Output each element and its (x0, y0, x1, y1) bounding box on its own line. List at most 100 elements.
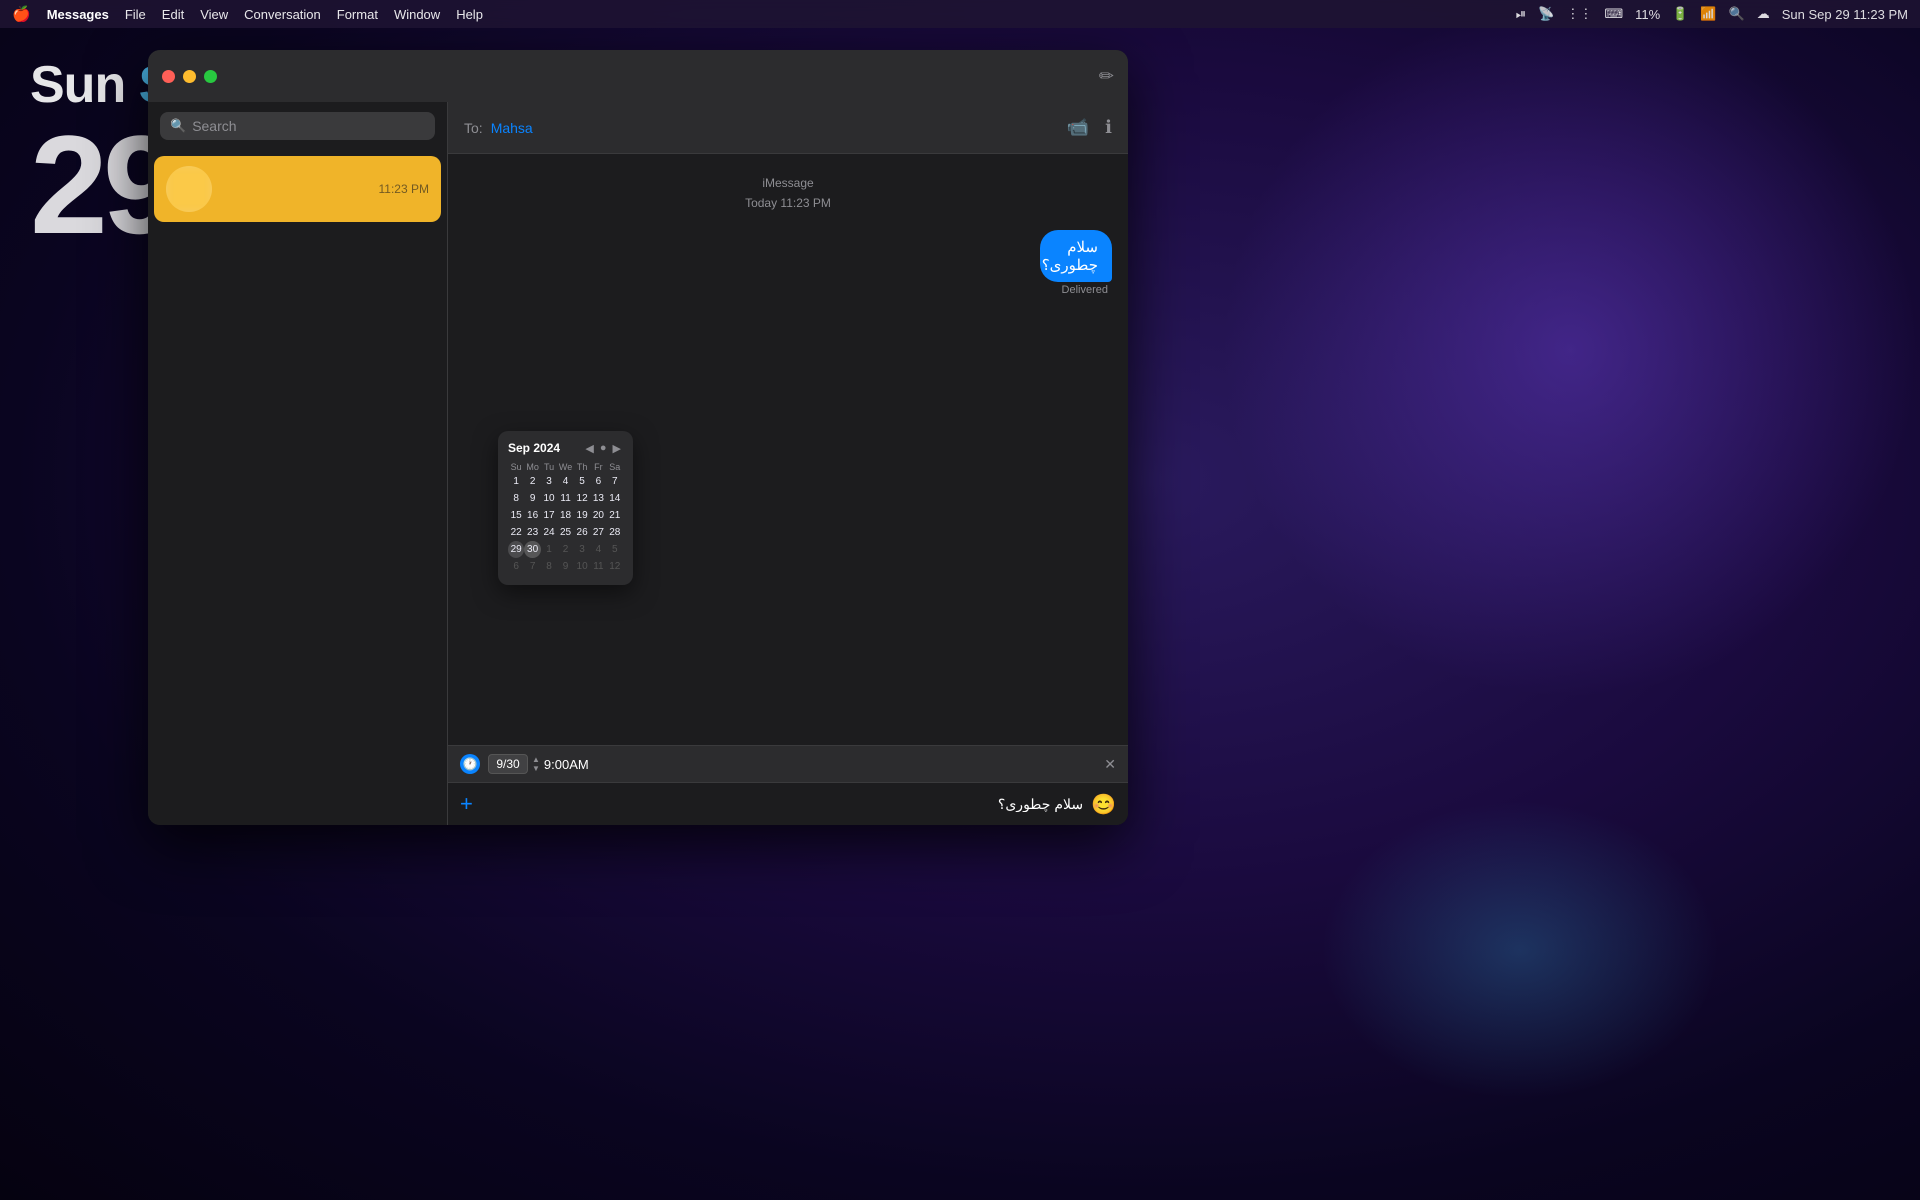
calendar-day[interactable]: 12 (574, 490, 590, 507)
search-icon: 🔍 (170, 118, 186, 134)
control-center-icon[interactable]: ⋮⋮ (1566, 6, 1592, 22)
datetime-label[interactable]: Sun Sep 29 11:23 PM (1782, 7, 1908, 22)
play-icon[interactable]: ⏯ (1516, 6, 1526, 22)
menubar-edit[interactable]: Edit (162, 7, 184, 22)
calendar-day[interactable]: 1 (508, 473, 524, 490)
calendar-day[interactable]: 10 (541, 490, 557, 507)
chat-messages: iMessage Today 11:23 PM سلام چطوری؟ Deli… (448, 154, 1128, 745)
cal-weekday-mo: Mo (524, 461, 541, 473)
schedule-date-input[interactable] (488, 754, 528, 774)
calendar-day[interactable]: 7 (524, 558, 541, 575)
search-menu-icon[interactable]: 🔍 (1729, 6, 1745, 22)
menubar-app-name[interactable]: Messages (47, 7, 109, 22)
calendar-day[interactable]: 6 (508, 558, 524, 575)
conversation-item[interactable]: 11:23 PM (154, 156, 441, 222)
avatar-image (166, 166, 212, 212)
icloud-icon[interactable]: ☁ (1757, 6, 1770, 22)
maximize-button[interactable] (204, 70, 217, 83)
calendar-day[interactable]: 9 (524, 490, 541, 507)
calendar-day[interactable]: 7 (607, 473, 623, 490)
calendar-day[interactable]: 5 (574, 473, 590, 490)
contact-name[interactable]: Mahsa (491, 120, 533, 136)
calendar-day[interactable]: 17 (541, 507, 557, 524)
wifi-icon[interactable]: 📡 (1538, 6, 1554, 22)
message-status: Delivered (1062, 284, 1108, 296)
scheduled-send-bar: 🕐 ▲ ▼ 9:00AM ✕ (448, 745, 1128, 782)
calendar-day[interactable]: 13 (590, 490, 606, 507)
bg-decoration-2 (1320, 800, 1720, 1100)
calendar-day[interactable]: 4 (557, 473, 574, 490)
calendar-day[interactable]: 26 (574, 524, 590, 541)
calendar-day[interactable]: 9 (557, 558, 574, 575)
calendar-day[interactable]: 27 (590, 524, 606, 541)
calendar-today-button[interactable]: ● (598, 442, 609, 455)
calendar-day[interactable]: 14 (607, 490, 623, 507)
apple-menu[interactable]: 🍎 (12, 5, 31, 23)
calendar-day[interactable]: 2 (557, 541, 574, 558)
add-attachment-button[interactable]: + (460, 791, 473, 817)
keyboard-icon[interactable]: ⌨ (1604, 6, 1623, 22)
compose-button[interactable]: ✏ (1099, 66, 1114, 87)
video-call-icon[interactable]: 📹 (1067, 117, 1089, 138)
calendar-day[interactable]: 19 (574, 507, 590, 524)
menubar-format[interactable]: Format (337, 7, 378, 22)
close-button[interactable] (162, 70, 175, 83)
message-input[interactable] (481, 796, 1083, 812)
calendar-day[interactable]: 10 (574, 558, 590, 575)
calendar-day[interactable]: 21 (607, 507, 623, 524)
calendar-day[interactable]: 12 (607, 558, 623, 575)
calendar-day[interactable]: 20 (590, 507, 606, 524)
calendar-day[interactable]: 18 (557, 507, 574, 524)
conversation-list: 11:23 PM (148, 150, 447, 825)
date-stepper[interactable]: ▲ ▼ (532, 756, 540, 773)
calendar-grid: Su Mo Tu We Th Fr Sa 1234567891011121314… (508, 461, 623, 575)
message-bubble: سلام چطوری؟ (1040, 230, 1112, 282)
chat-area: To: Mahsa 📹 ℹ iMessage Today 11:23 PM سل… (448, 102, 1128, 825)
calendar-day[interactable]: 23 (524, 524, 541, 541)
calendar-day[interactable]: 6 (590, 473, 606, 490)
calendar-day[interactable]: 8 (541, 558, 557, 575)
menubar-file[interactable]: File (125, 7, 146, 22)
cal-weekday-sa: Sa (607, 461, 623, 473)
menubar-window[interactable]: Window (394, 7, 440, 22)
calendar-day[interactable]: 24 (541, 524, 557, 541)
calendar-day[interactable]: 8 (508, 490, 524, 507)
calendar-day[interactable]: 3 (574, 541, 590, 558)
calendar-day[interactable]: 30 (524, 541, 541, 558)
minimize-button[interactable] (183, 70, 196, 83)
wifi-signal-icon[interactable]: 📶 (1700, 6, 1716, 22)
battery-icon[interactable]: 🔋 (1672, 6, 1688, 22)
menubar-right: ⏯ 📡 ⋮⋮ ⌨ 11% 🔋 📶 🔍 ☁ Sun Sep 29 11:23 PM (1516, 6, 1908, 22)
input-area: + 😊 (448, 782, 1128, 825)
date-stepper-down[interactable]: ▼ (532, 765, 540, 773)
schedule-close-button[interactable]: ✕ (1104, 756, 1116, 773)
info-icon[interactable]: ℹ (1105, 117, 1112, 138)
calendar-day[interactable]: 5 (607, 541, 623, 558)
calendar-next-button[interactable]: ▶ (611, 442, 623, 455)
date-stepper-up[interactable]: ▲ (532, 756, 540, 764)
calendar-day[interactable]: 29 (508, 541, 524, 558)
calendar-day[interactable]: 4 (590, 541, 606, 558)
imessage-label-text: iMessage (762, 176, 813, 190)
calendar-day[interactable]: 11 (557, 490, 574, 507)
conversation-time: 11:23 PM (379, 182, 429, 196)
search-input[interactable] (192, 118, 425, 134)
calendar-day[interactable]: 3 (541, 473, 557, 490)
search-bar[interactable]: 🔍 (160, 112, 435, 140)
calendar-day[interactable]: 1 (541, 541, 557, 558)
cal-weekday-th: Th (574, 461, 590, 473)
emoji-button[interactable]: 😊 (1091, 792, 1116, 817)
menubar-conversation[interactable]: Conversation (244, 7, 321, 22)
menubar-view[interactable]: View (200, 7, 228, 22)
calendar-day[interactable]: 16 (524, 507, 541, 524)
menubar-help[interactable]: Help (456, 7, 483, 22)
calendar-day[interactable]: 28 (607, 524, 623, 541)
calendar-day[interactable]: 25 (557, 524, 574, 541)
calendar-prev-button[interactable]: ◀ (583, 442, 595, 455)
calendar-nav: ◀ ● ▶ (583, 442, 623, 455)
calendar-header: Sep 2024 ◀ ● ▶ (508, 441, 623, 455)
calendar-day[interactable]: 22 (508, 524, 524, 541)
calendar-day[interactable]: 11 (590, 558, 606, 575)
calendar-day[interactable]: 15 (508, 507, 524, 524)
calendar-day[interactable]: 2 (524, 473, 541, 490)
